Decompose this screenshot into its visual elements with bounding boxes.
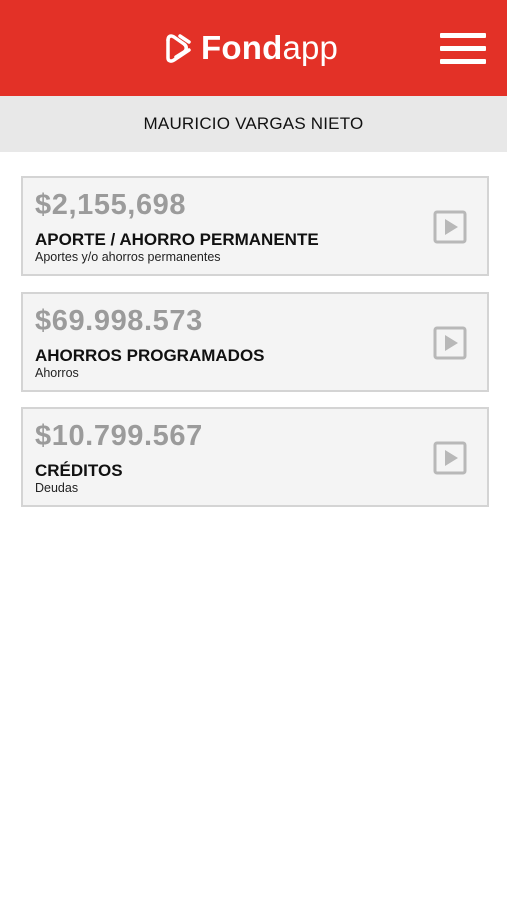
card-subtitle: Ahorros bbox=[35, 366, 79, 380]
play-icon[interactable] bbox=[433, 326, 467, 360]
play-icon[interactable] bbox=[433, 441, 467, 475]
logo-text-bold: Fond bbox=[201, 29, 283, 66]
account-card-aporte[interactable]: $2,155,698 APORTE / AHORRO PERMANENTE Ap… bbox=[21, 176, 489, 276]
card-amount: $69.998.573 bbox=[35, 305, 203, 337]
card-title: APORTE / AHORRO PERMANENTE bbox=[35, 230, 319, 249]
fondapp-logo-text: Fondapp bbox=[201, 28, 338, 68]
app-header: Fondapp bbox=[0, 0, 507, 96]
fondapp-logo-icon bbox=[166, 34, 191, 63]
logo-text-light: app bbox=[282, 29, 339, 66]
account-card-creditos[interactable]: $10.799.567 CRÉDITOS Deudas bbox=[21, 407, 489, 507]
card-title: AHORROS PROGRAMADOS bbox=[35, 346, 265, 365]
card-amount: $2,155,698 bbox=[35, 189, 187, 221]
user-bar: MAURICIO VARGAS NIETO bbox=[0, 96, 507, 152]
card-amount: $10.799.567 bbox=[35, 420, 203, 452]
menu-line bbox=[440, 46, 486, 51]
card-subtitle: Aportes y/o ahorros permanentes bbox=[35, 250, 221, 264]
user-name: MAURICIO VARGAS NIETO bbox=[143, 114, 364, 133]
hamburger-menu-icon[interactable] bbox=[440, 30, 486, 66]
menu-line bbox=[440, 59, 486, 64]
play-icon[interactable] bbox=[433, 210, 467, 244]
fondapp-logo: Fondapp bbox=[162, 28, 338, 68]
card-subtitle: Deudas bbox=[35, 481, 79, 495]
account-card-ahorros[interactable]: $69.998.573 AHORROS PROGRAMADOS Ahorros bbox=[21, 292, 489, 392]
menu-line bbox=[440, 33, 486, 38]
card-title: CRÉDITOS bbox=[35, 461, 123, 480]
